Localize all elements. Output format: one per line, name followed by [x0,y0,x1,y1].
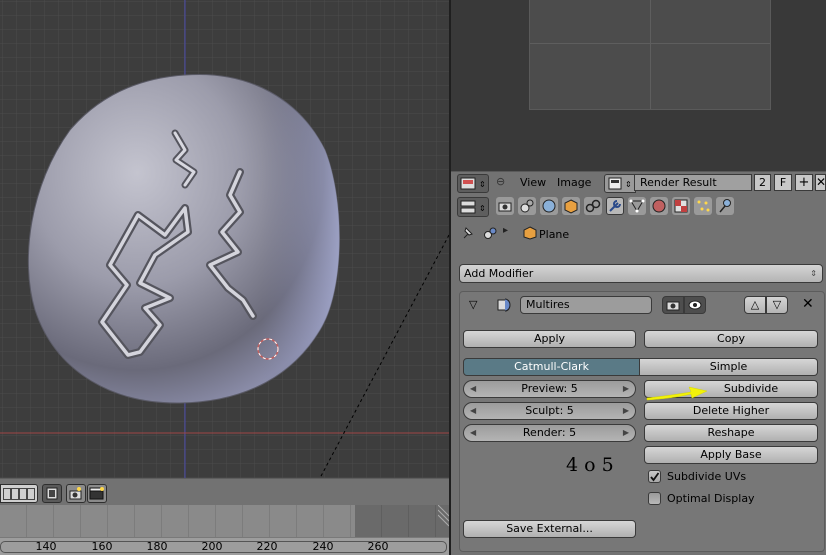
modifiers-tab-icon[interactable] [606,197,624,215]
preview-levels-value: Preview: 5 [521,382,578,395]
remove-modifier-icon[interactable]: ✕ [802,296,814,312]
sculpted-sphere[interactable] [27,73,340,404]
render-camera-icon[interactable] [66,484,86,503]
unlink-image-icon[interactable]: ✕ [815,174,826,191]
subdivide-uvs-label: Subdivide UVs [667,470,747,483]
annotation-note: 4 o 5 [566,454,614,476]
add-modifier-label: Add Modifier [464,267,534,280]
modifier-name-field[interactable]: Multires [520,296,652,314]
image-editor-header: ⇕ ⊖ View Image ⇕ Render Result 2 F + ✕ [451,171,826,194]
layer-buttons[interactable] [0,484,38,503]
world-tab-icon[interactable] [540,197,558,215]
optimal-display-label: Optimal Display [667,492,755,505]
viewport-shading-icon[interactable] [42,484,62,503]
collapse-menu-icon[interactable]: ⊖ [496,175,505,188]
data-tab-icon[interactable] [628,197,646,215]
add-modifier-menu[interactable]: Add Modifier ⇕ [459,264,823,283]
delete-higher-button[interactable]: Delete Higher [644,402,818,420]
simple-toggle[interactable]: Simple [640,358,818,376]
timeline-ruler[interactable]: 140 160 180 200 220 240 260 [0,538,449,555]
render-levels-value: Render: 5 [522,426,577,439]
fake-user-button[interactable]: F [774,174,792,191]
catmull-clark-toggle[interactable]: Catmull-Clark [463,358,640,376]
sculpt-levels-value: Sculpt: 5 [525,404,574,417]
pin-icon[interactable] [460,226,474,243]
reshape-button[interactable]: Reshape [644,424,818,442]
subdivide-uvs-checkbox[interactable] [648,470,661,483]
context-object-name: Plane [539,228,570,241]
collapse-triangle-icon[interactable]: ▽ [469,298,477,311]
editor-type-menu[interactable]: ⇕ [457,197,489,217]
render-animation-icon[interactable] [87,484,107,503]
render-visibility-icon[interactable] [662,296,684,314]
scene-tab-icon[interactable] [518,197,536,215]
viewport-header [0,478,449,506]
svg-text:⇕: ⇕ [479,180,486,189]
annotation-arrow-icon [646,386,708,401]
sculpt-levels-field[interactable]: ◀ Sculpt: 5 ▶ [463,402,636,420]
svg-text:⇕: ⇕ [625,180,632,189]
timeline[interactable]: 140 160 180 200 220 240 260 [0,505,449,555]
material-tab-icon[interactable] [650,197,668,215]
editor-type-menu[interactable]: ⇕ [457,174,489,193]
properties-editor[interactable]: ⇕ ▸ Plane Add Modifier ⇕ ▽ Multires △ ▽ … [451,193,826,555]
timeline-scrollbar[interactable] [0,541,447,553]
render-levels-field[interactable]: ◀ Render: 5 ▶ [463,424,636,442]
preview-levels-field[interactable]: ◀ Preview: 5 ▶ [463,380,636,398]
optimal-display-checkbox[interactable] [648,492,661,505]
timeline-corner-icon[interactable] [438,505,449,537]
dropdown-arrows-icon: ⇕ [810,269,817,278]
object-tab-icon[interactable] [562,197,580,215]
image-browse-icon[interactable]: ⇕ [604,174,636,193]
svg-text:⇕: ⇕ [479,204,486,213]
move-down-icon[interactable]: ▽ [766,296,788,314]
multires-modifier-icon [496,297,512,316]
image-editor[interactable] [451,0,826,171]
timeline-out-range [355,505,449,537]
move-up-icon[interactable]: △ [744,296,766,314]
copy-button[interactable]: Copy [644,330,818,348]
image-name-field[interactable]: Render Result [634,174,752,191]
new-image-icon[interactable]: + [795,174,813,191]
object-context-icon [523,226,537,243]
physics-tab-icon[interactable] [716,197,734,215]
scene-context-icon [483,226,499,243]
texture-tab-icon[interactable] [672,197,690,215]
save-external-button[interactable]: Save External... [463,520,636,538]
viewport-visibility-icon[interactable] [684,296,706,314]
render-tab-icon[interactable] [496,197,514,215]
particles-tab-icon[interactable] [694,197,712,215]
view-menu[interactable]: View [520,176,546,189]
viewport-canvas [0,0,449,478]
constraints-tab-icon[interactable] [584,197,602,215]
apply-base-button[interactable]: Apply Base [644,446,818,464]
breadcrumb-arrow-icon: ▸ [503,225,509,236]
timeline-range [0,505,355,537]
3d-viewport[interactable] [0,0,449,478]
image-users-count[interactable]: 2 [754,174,771,191]
apply-button[interactable]: Apply [463,330,636,348]
properties-tabs: ⇕ [451,193,826,220]
multires-modifier-panel: ▽ Multires △ ▽ ✕ Apply Copy Catmull-Clar… [459,291,825,552]
image-menu[interactable]: Image [557,176,591,189]
render-result-canvas [529,0,771,110]
context-breadcrumb: ▸ Plane [451,223,826,245]
